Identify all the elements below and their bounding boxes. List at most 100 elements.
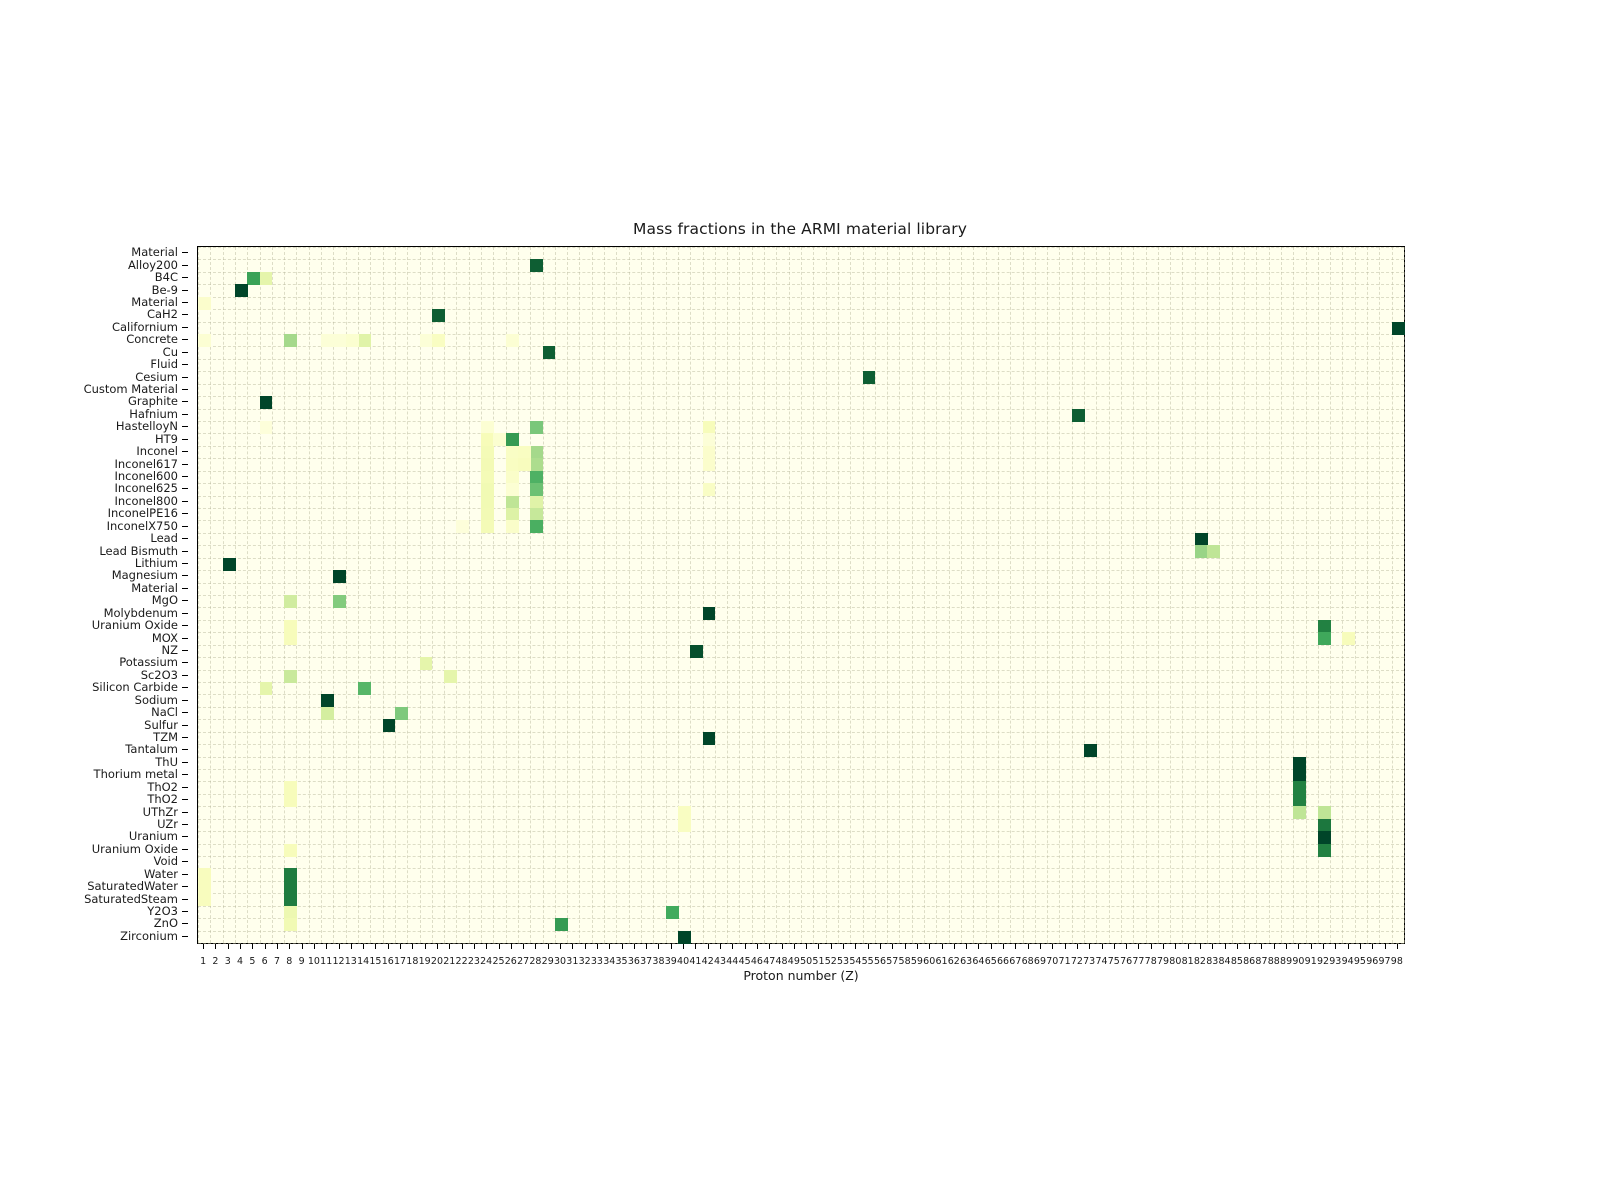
heatmap-cell bbox=[542, 346, 556, 360]
x-axis-tick bbox=[400, 944, 402, 949]
y-axis-tick-label: Uranium Oxide bbox=[91, 841, 178, 856]
y-axis-tick-label: ThO2 bbox=[147, 779, 178, 794]
heatmap-cell bbox=[702, 731, 716, 745]
heatmap-cell bbox=[1317, 806, 1331, 820]
heatmap-cell bbox=[284, 918, 298, 932]
heatmap-cell bbox=[284, 632, 298, 646]
y-axis-tick bbox=[182, 426, 188, 428]
y-axis-tick bbox=[182, 351, 188, 353]
x-axis-tick-label: 73 bbox=[1083, 956, 1096, 967]
heatmap-cell bbox=[530, 458, 544, 472]
heatmap-cell bbox=[259, 682, 273, 696]
x-axis-tick bbox=[953, 944, 955, 949]
y-axis-tick-label: Sodium bbox=[134, 692, 178, 707]
x-axis-tick bbox=[1187, 944, 1189, 949]
x-axis-tick bbox=[1347, 944, 1349, 949]
x-axis-tick bbox=[1236, 944, 1238, 949]
y-axis-tick bbox=[182, 674, 188, 676]
heatmap-cell bbox=[198, 296, 211, 310]
x-axis-tick bbox=[793, 944, 795, 949]
y-axis-tick-label: Material bbox=[131, 580, 178, 595]
y-axis-tick bbox=[182, 326, 188, 328]
x-axis-tick-label: 8 bbox=[286, 956, 293, 967]
x-axis-tick-label: 77 bbox=[1132, 956, 1145, 967]
x-axis-tick-label: 85 bbox=[1230, 956, 1243, 967]
x-axis-tick-label: 17 bbox=[394, 956, 407, 967]
y-axis-tick bbox=[182, 886, 188, 888]
x-axis-tick-label: 24 bbox=[480, 956, 493, 967]
x-axis-tick-label: 45 bbox=[738, 956, 751, 967]
y-axis-tick bbox=[182, 538, 188, 540]
x-axis-tick bbox=[326, 944, 328, 949]
y-axis-tick bbox=[182, 600, 188, 602]
heatmap-cell bbox=[481, 421, 494, 435]
x-axis-tick bbox=[596, 944, 598, 949]
heatmap-cell bbox=[247, 271, 261, 285]
x-axis-tick-label: 11 bbox=[320, 956, 333, 967]
x-axis-tick bbox=[1310, 944, 1312, 949]
y-axis-tick-label: Material bbox=[131, 245, 178, 260]
x-axis-tick bbox=[313, 944, 315, 949]
heatmap-cell bbox=[530, 495, 544, 509]
x-axis-tick-label: 70 bbox=[1046, 956, 1059, 967]
heatmap-cell bbox=[505, 433, 519, 447]
heatmap-cell bbox=[198, 334, 211, 348]
x-axis-tick-label: 80 bbox=[1169, 956, 1182, 967]
x-axis-tick bbox=[1359, 944, 1361, 949]
x-axis-tick-label: 95 bbox=[1353, 956, 1366, 967]
y-axis-tick-label: Uranium Oxide bbox=[91, 618, 178, 633]
x-axis-tick-label: 54 bbox=[849, 956, 862, 967]
y-axis-tick bbox=[182, 562, 188, 564]
x-axis-tick bbox=[535, 944, 537, 949]
heatmap-cell bbox=[481, 483, 494, 497]
heatmap-cell bbox=[357, 334, 371, 348]
y-axis-tick-label: Molybdenum bbox=[103, 605, 178, 620]
y-axis-tick bbox=[182, 364, 188, 366]
heatmap-cell bbox=[702, 607, 716, 621]
x-axis-tick-label: 65 bbox=[984, 956, 997, 967]
x-axis-tick-label: 79 bbox=[1156, 956, 1170, 967]
heatmap-cell bbox=[505, 470, 519, 484]
y-axis-tick-label: Tantalum bbox=[125, 742, 178, 757]
x-axis-tick bbox=[744, 944, 746, 949]
x-axis-tick bbox=[473, 944, 475, 949]
heatmap-cell bbox=[456, 520, 470, 534]
x-axis-tick bbox=[756, 944, 758, 949]
x-axis-tick bbox=[769, 944, 771, 949]
x-axis-tick-label: 74 bbox=[1095, 956, 1108, 967]
x-axis-tick bbox=[855, 944, 857, 949]
heatmap-cell bbox=[284, 619, 298, 633]
y-axis-tick-label: NZ bbox=[161, 642, 178, 657]
x-axis-tick-label: 15 bbox=[369, 956, 382, 967]
y-axis-tick bbox=[182, 724, 188, 726]
x-axis-tick-label: 86 bbox=[1243, 956, 1256, 967]
x-axis-tick bbox=[720, 944, 721, 949]
heatmap-cell bbox=[431, 309, 445, 323]
x-axis-tick-label: 82 bbox=[1193, 956, 1206, 967]
x-axis-tick bbox=[1126, 944, 1128, 949]
heatmap-cell bbox=[505, 445, 519, 459]
y-axis-tick-label: Inconel bbox=[136, 444, 178, 459]
x-axis-tick-label: 19 bbox=[418, 956, 431, 967]
heatmap-cell bbox=[517, 445, 531, 459]
x-axis-tick-label: 34 bbox=[603, 956, 616, 967]
heatmap-cell bbox=[1317, 632, 1331, 646]
y-axis-tick-label: Potassium bbox=[119, 655, 178, 670]
x-axis-tick-label: 59 bbox=[910, 956, 923, 967]
y-axis-tick-label: HT9 bbox=[155, 431, 178, 446]
heatmap-cell bbox=[357, 682, 371, 696]
heatmap-cell bbox=[321, 694, 334, 708]
x-axis-tick-label: 10 bbox=[307, 956, 320, 967]
heatmap-cell bbox=[284, 669, 298, 683]
y-axis-tick-label: InconelX750 bbox=[106, 518, 178, 533]
x-axis-tick bbox=[436, 944, 438, 949]
heatmap-cell bbox=[284, 595, 298, 609]
x-axis-tick-label: 28 bbox=[529, 956, 542, 967]
y-axis-tick bbox=[182, 712, 188, 714]
x-axis-tick-label: 2 bbox=[212, 956, 219, 967]
y-axis-tick bbox=[182, 277, 188, 279]
heatmap-cell bbox=[702, 445, 716, 459]
x-axis-tick-label: 23 bbox=[467, 956, 480, 967]
y-axis-tick-label: Californium bbox=[111, 319, 178, 334]
x-axis-tick bbox=[560, 944, 562, 949]
